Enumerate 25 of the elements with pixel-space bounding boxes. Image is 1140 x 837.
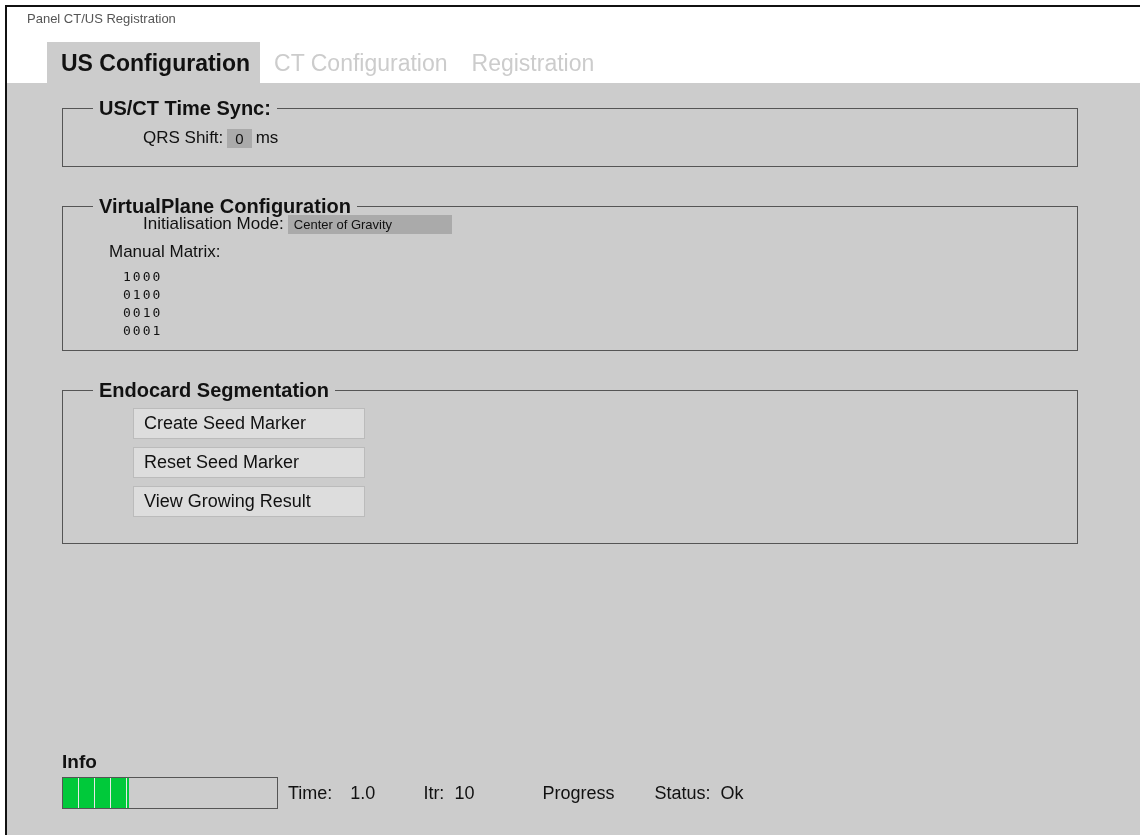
status-value: Ok	[720, 782, 744, 804]
matrix-label: Manual Matrix:	[109, 242, 221, 262]
unit-label: ms	[255, 128, 279, 148]
field-label: QRS Shift:	[143, 128, 224, 148]
action-button[interactable]: Reset Seed Marker	[133, 447, 365, 478]
iteration-value: 10	[454, 782, 475, 804]
dropdown[interactable]: Center of Gravity	[287, 214, 452, 234]
matrix-row: 0001	[123, 323, 163, 338]
group-title: US/CT Time Sync:	[98, 97, 272, 120]
group-title: VirtualPlane Configuration	[98, 195, 352, 217]
progress-label: Progress	[542, 782, 615, 804]
section-title: Info	[62, 751, 97, 773]
window-title: Panel CT/US Registration	[26, 10, 176, 28]
input-field[interactable]: 0	[227, 128, 252, 148]
time-value: 1.0	[350, 782, 376, 804]
group-title: Endocard Segmentation	[98, 379, 331, 402]
matrix-row: 0010	[123, 305, 163, 320]
matrix-row: 1000	[123, 269, 163, 284]
matrix-row: 0100	[123, 287, 163, 302]
time-label: Time:	[288, 782, 333, 804]
action-button[interactable]: View Growing Result	[133, 486, 365, 517]
status-label: Status:	[654, 782, 711, 804]
tab[interactable]: US Configuration	[47, 42, 261, 83]
action-button[interactable]: Create Seed Marker	[133, 408, 365, 439]
iteration-label: Itr:	[423, 782, 445, 804]
